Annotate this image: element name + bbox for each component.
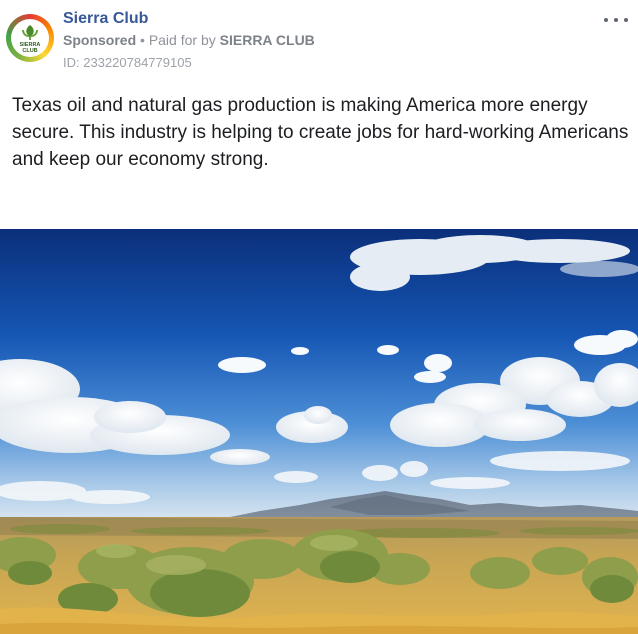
sierra-club-logo: SIERRA CLUB xyxy=(11,19,49,57)
paid-for-org[interactable]: SIERRA CLUB xyxy=(220,32,315,48)
sponsored-label[interactable]: Sponsored xyxy=(63,32,136,48)
ad-post: SIERRA CLUB Sierra Club Sponsored • Paid… xyxy=(0,0,638,634)
page-name-link[interactable]: Sierra Club xyxy=(63,10,148,28)
separator-dot: • xyxy=(140,32,145,48)
more-horizontal-icon xyxy=(604,18,608,22)
sponsored-line: Sponsored • Paid for by SIERRA CLUB xyxy=(63,32,315,48)
post-body-text: Texas oil and natural gas production is … xyxy=(12,95,629,170)
paid-for-prefix: Paid for by xyxy=(148,32,216,48)
logo-text-line2: CLUB xyxy=(22,48,37,54)
post-image[interactable] xyxy=(0,229,638,634)
ad-id: ID: 233220784779105 xyxy=(63,55,192,70)
more-options-button[interactable] xyxy=(604,14,628,26)
landscape-photo xyxy=(0,229,638,634)
page-avatar[interactable]: SIERRA CLUB xyxy=(6,14,54,62)
